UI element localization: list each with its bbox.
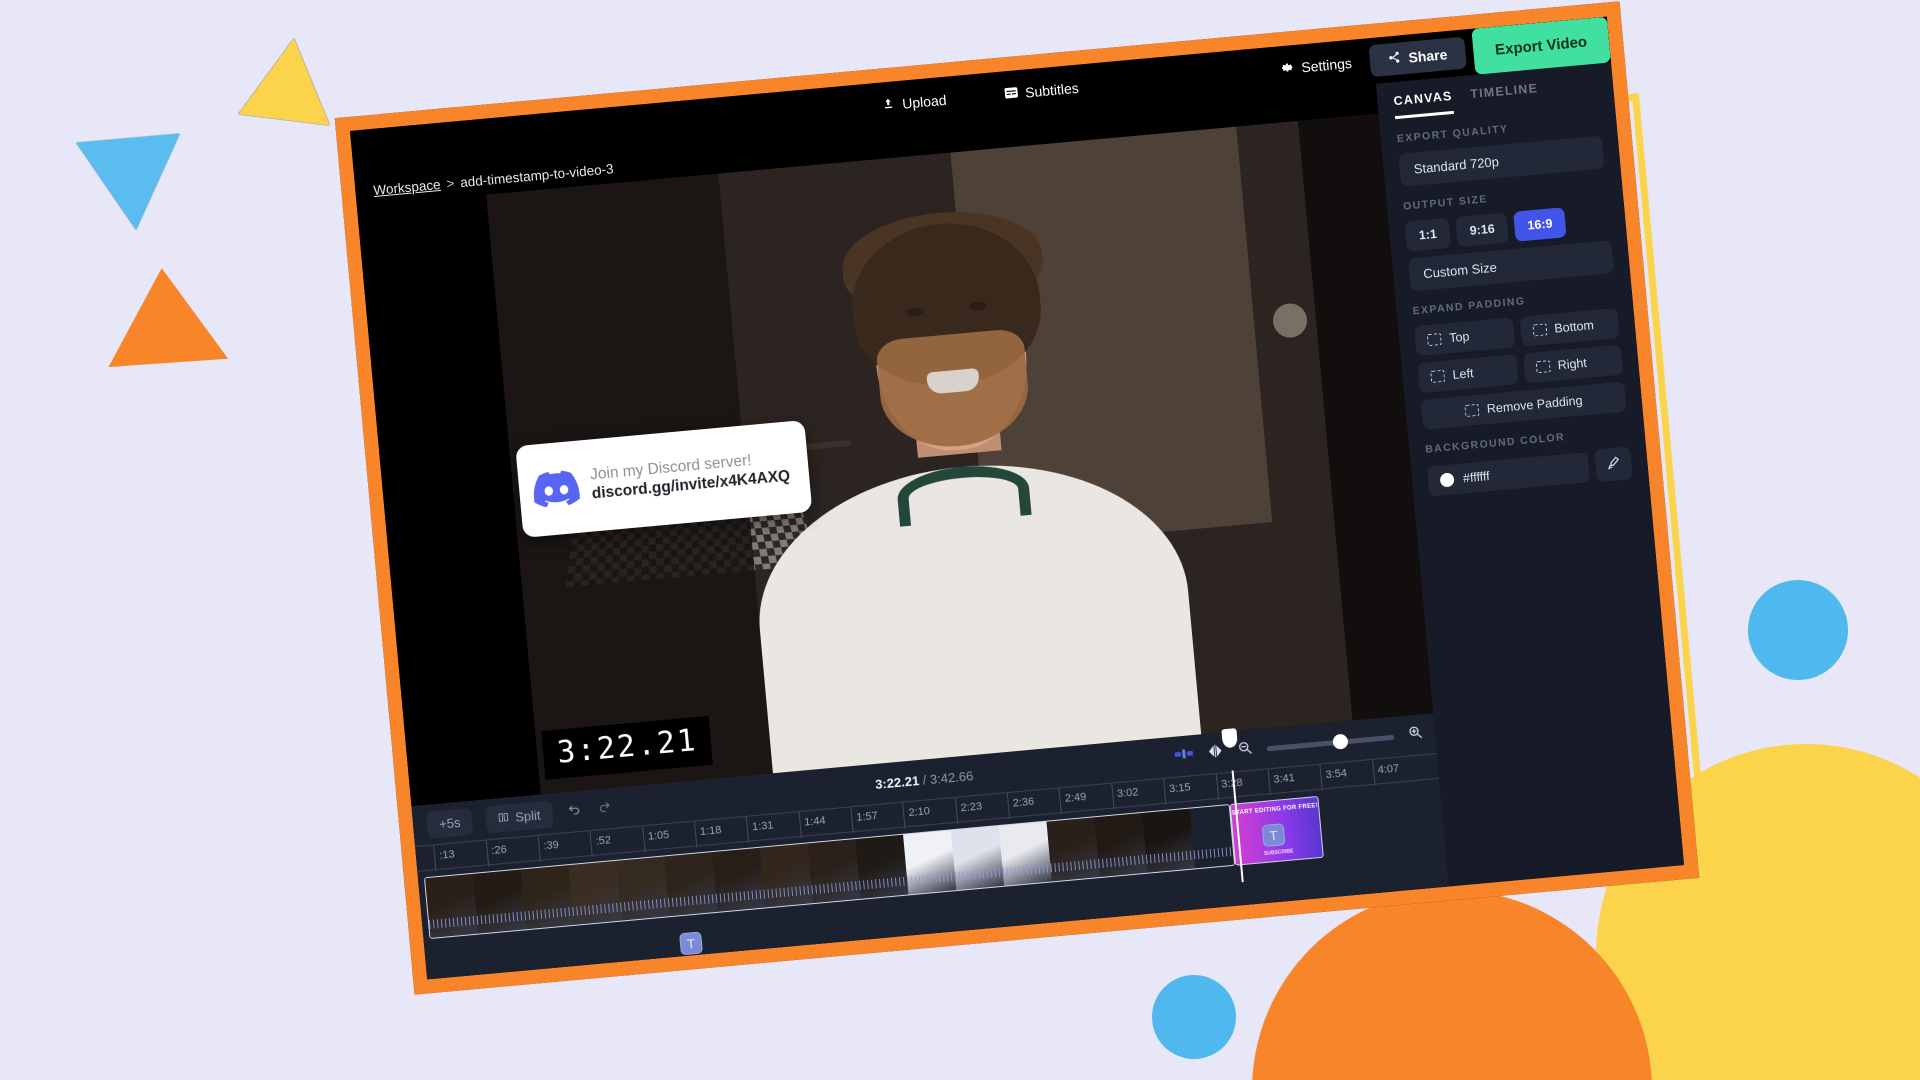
padding-bottom-button[interactable]: Bottom — [1519, 307, 1620, 347]
split-view-icon[interactable] — [1206, 743, 1225, 763]
zoom-slider-handle[interactable] — [1332, 733, 1349, 750]
zoom-in-icon[interactable] — [1407, 724, 1424, 745]
dashed-box-icon — [1464, 403, 1480, 418]
share-label: Share — [1407, 46, 1449, 66]
remove-padding-label: Remove Padding — [1486, 393, 1584, 417]
undo-icon[interactable] — [565, 801, 583, 821]
subtitles-button[interactable]: Subtitles — [995, 74, 1088, 108]
video-frame: Join my Discord server! discord.gg/invit… — [486, 113, 1434, 795]
output-size-1-1[interactable]: 1:1 — [1404, 217, 1452, 252]
background-color-field[interactable]: #ffffff — [1426, 451, 1590, 497]
padding-right-button[interactable]: Right — [1522, 344, 1624, 384]
dashed-box-icon — [1426, 332, 1442, 347]
split-icon — [498, 810, 510, 826]
screenshot-stage: Upload Subtitles Settings Share Export V… — [0, 0, 1920, 1080]
ruler-tick: 3:02 — [1111, 781, 1140, 810]
decor-triangle-yellow — [238, 32, 340, 126]
padding-top-button[interactable]: Top — [1414, 317, 1515, 357]
total-time: 3:42.66 — [929, 767, 974, 787]
share-button[interactable]: Share — [1368, 36, 1467, 78]
settings-button[interactable]: Settings — [1268, 48, 1365, 84]
upload-icon — [882, 96, 896, 113]
app-body: Workspace > add-timestamp-to-video-3 Joi… — [354, 62, 1685, 980]
promo-clip-label: START EDITING FOR FREE! — [1231, 802, 1319, 817]
background-color-value: #ffffff — [1462, 468, 1491, 485]
text-clip-label-2: T — [1268, 827, 1279, 843]
ruler-tick: 4:07 — [1371, 757, 1401, 786]
upload-label: Upload — [901, 91, 948, 112]
current-time: 3:22.21 — [874, 772, 920, 792]
decor-circle-orange — [1252, 890, 1652, 1080]
dashed-box-icon — [1535, 360, 1551, 374]
ruler-tick: 3:28 — [1215, 771, 1245, 801]
fit-to-width-icon[interactable] — [1174, 746, 1194, 766]
gear-icon — [1281, 60, 1295, 77]
time-separator: / — [922, 771, 927, 788]
ruler-tick: 3:15 — [1163, 776, 1192, 805]
ruler-tick: :13 — [433, 843, 456, 872]
ruler-tick: 1:57 — [850, 804, 880, 834]
add-5s-button[interactable]: +5s — [425, 807, 474, 839]
padding-right-label: Right — [1557, 355, 1588, 373]
subtitles-icon — [1003, 85, 1018, 102]
promo-clip-sublabel: SUBSCRIBE — [1263, 848, 1294, 858]
ruler-tick: :26 — [485, 838, 509, 867]
ruler-tick: 2:10 — [902, 800, 932, 829]
breadcrumb-separator: > — [445, 175, 455, 191]
output-size-16-9[interactable]: 16:9 — [1513, 207, 1567, 242]
ruler-tick: 3:41 — [1267, 767, 1297, 796]
decor-triangle-orange — [101, 263, 229, 368]
dashed-box-icon — [1430, 369, 1446, 383]
video-preview[interactable]: Join my Discord server! discord.gg/invit… — [356, 113, 1434, 807]
zoom-slider[interactable] — [1266, 733, 1395, 751]
redo-icon[interactable] — [595, 799, 613, 819]
expand-padding-section: EXPAND PADDING Top Bottom Left Right Rem… — [1395, 272, 1643, 432]
split-label: Split — [514, 807, 542, 825]
ruler-tick: 1:31 — [746, 814, 775, 843]
ruler-tick: 2:36 — [1006, 790, 1036, 820]
ruler-tick: :39 — [537, 833, 561, 862]
ruler-tick: 2:49 — [1058, 785, 1088, 815]
padding-bottom-label: Bottom — [1553, 318, 1595, 336]
split-button[interactable]: Split — [485, 799, 554, 833]
ruler-tick: :52 — [589, 829, 613, 857]
ruler-tick: 3:54 — [1319, 762, 1349, 791]
decor-circle-blue-large — [1748, 580, 1848, 680]
decor-triangle-blue — [76, 133, 188, 235]
editor-column: Workspace > add-timestamp-to-video-3 Joi… — [354, 83, 1449, 980]
padding-top-label: Top — [1448, 329, 1471, 346]
zoom-out-icon[interactable] — [1237, 740, 1254, 761]
ruler-tick: 1:18 — [694, 819, 723, 848]
color-swatch — [1439, 471, 1455, 488]
output-size-9-16[interactable]: 9:16 — [1455, 212, 1509, 247]
text-clip-label: T — [686, 935, 696, 952]
padding-left-button[interactable]: Left — [1417, 354, 1519, 394]
app-window-content: Upload Subtitles Settings Share Export V… — [349, 16, 1685, 980]
text-clip-chip[interactable]: T — [1261, 823, 1286, 848]
breadcrumb-workspace[interactable]: Workspace — [373, 176, 441, 197]
decor-circle-blue-small — [1152, 975, 1236, 1059]
text-clip-chip[interactable]: T — [679, 931, 703, 956]
upload-button[interactable]: Upload — [873, 86, 955, 119]
share-icon — [1387, 50, 1401, 67]
discord-overlay-text: Join my Discord server! discord.gg/invit… — [589, 449, 791, 505]
tab-canvas[interactable]: CANVAS — [1392, 88, 1455, 120]
padding-left-label: Left — [1452, 366, 1475, 382]
background-color-row: #ffffff — [1426, 446, 1633, 497]
timeline-time-display: 3:22.21 / 3:42.66 — [874, 768, 973, 792]
discord-logo-icon — [532, 469, 581, 509]
add-5s-label: +5s — [438, 814, 462, 832]
eyedropper-icon[interactable] — [1593, 446, 1633, 483]
ruler-tick: 1:05 — [641, 823, 671, 853]
settings-label: Settings — [1300, 54, 1353, 76]
app-window: Upload Subtitles Settings Share Export V… — [334, 1, 1700, 995]
subtitles-label: Subtitles — [1024, 79, 1080, 101]
dashed-box-icon — [1531, 323, 1547, 337]
export-video-label: Export Video — [1494, 32, 1588, 59]
ruler-tick: 1:44 — [798, 809, 827, 839]
ruler-tick: 2:23 — [954, 795, 984, 824]
